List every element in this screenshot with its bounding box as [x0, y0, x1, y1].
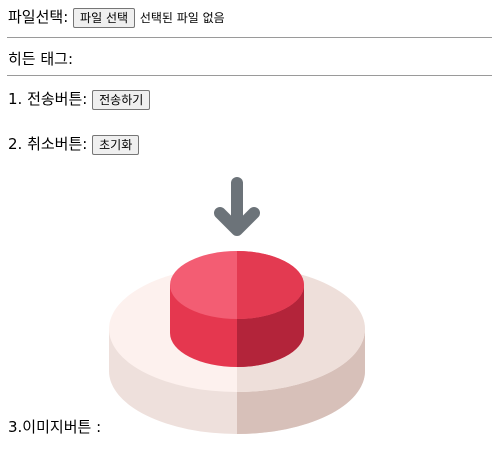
push-button-with-down-arrow-icon	[109, 177, 365, 434]
reset-label: 2. 취소버튼:	[8, 135, 88, 153]
image-submit-button[interactable]	[108, 175, 366, 435]
reset-button[interactable]: 초기화	[92, 134, 140, 155]
file-select-button[interactable]: 파일 선택	[73, 7, 136, 28]
hidden-tag-row: 히든 태그:	[8, 48, 73, 69]
divider-bottom	[7, 75, 492, 76]
submit-row: 1. 전송버튼: 전송하기	[8, 88, 151, 110]
image-button-label: 3.이미지버튼 :	[8, 418, 102, 436]
file-select-label: 파일선택:	[8, 8, 69, 26]
file-select-status: 선택된 파일 없음	[139, 11, 225, 25]
reset-row: 2. 취소버튼: 초기화	[8, 133, 140, 155]
divider-top	[7, 37, 492, 38]
image-row: 3.이미지버튼 :	[8, 416, 101, 437]
submit-label: 1. 전송버튼:	[8, 90, 88, 108]
hidden-tag-label: 히든 태그:	[8, 50, 74, 68]
file-select-row: 파일선택: 파일 선택 선택된 파일 없음	[8, 6, 225, 28]
submit-button[interactable]: 전송하기	[92, 89, 151, 110]
